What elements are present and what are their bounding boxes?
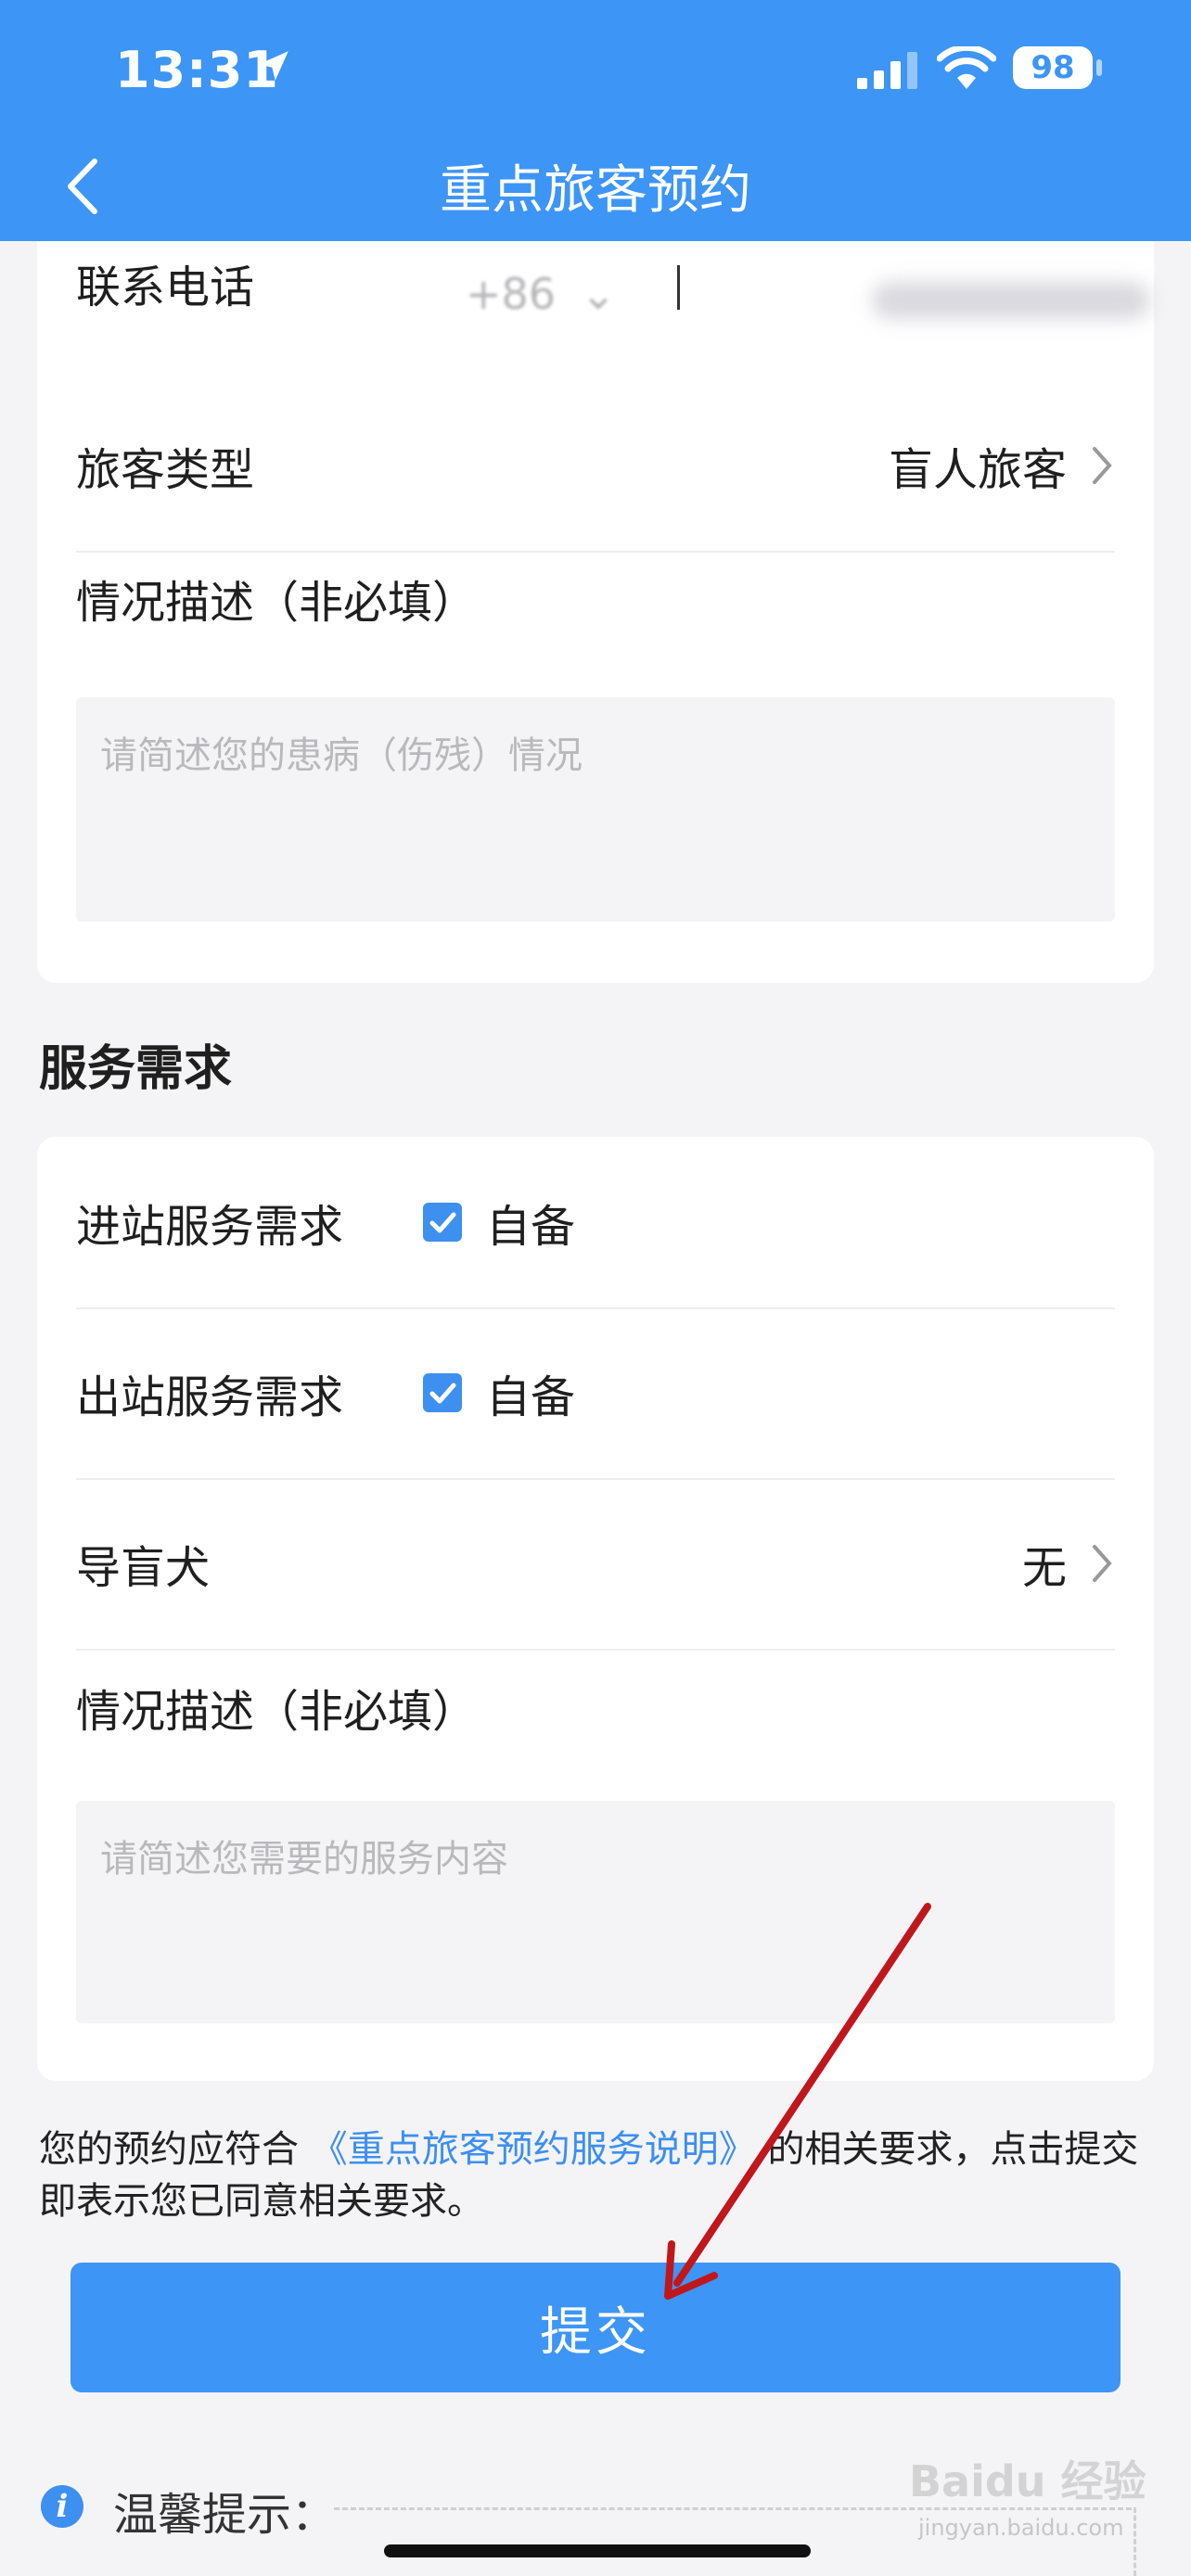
- phone-number-blurred[interactable]: [872, 282, 1150, 319]
- home-indicator: [384, 2544, 811, 2557]
- battery-nub: [1096, 59, 1102, 76]
- outbound-self-label: 自备: [486, 1371, 576, 1423]
- service-description-row: 情况描述（非必填）: [76, 1656, 1115, 1758]
- inbound-self-checkbox[interactable]: [423, 1203, 463, 1242]
- cellular-signal-icon: [857, 52, 917, 89]
- guide-dog-value: 无: [1021, 1542, 1067, 1594]
- condition-description-input[interactable]: 请简述您的患病（伤残）情况: [76, 697, 1115, 922]
- submit-button[interactable]: 提交: [70, 2263, 1121, 2392]
- passenger-type-label: 旅客类型: [76, 444, 255, 496]
- service-terms-link[interactable]: 《重点旅客预约服务说明》: [311, 2128, 756, 2171]
- tips-label: 温馨提示：: [113, 2489, 337, 2541]
- location-arrow-icon: [259, 51, 288, 81]
- guide-dog-row[interactable]: 导盲犬 无: [76, 1478, 1115, 1651]
- guide-dog-label: 导盲犬: [76, 1542, 211, 1594]
- service-description-input[interactable]: 请简述您需要的服务内容: [76, 1801, 1115, 2023]
- condition-description-label: 情况描述（非必填）: [76, 577, 478, 629]
- agreement-notice: 您的预约应符合 《重点旅客预约服务说明》 的相关要求，点击提交即表示您已同意相关…: [39, 2123, 1152, 2227]
- page-title: 重点旅客预约: [440, 160, 751, 221]
- passenger-type-row[interactable]: 旅客类型 盲人旅客: [76, 380, 1115, 553]
- checkmark-icon: [429, 1212, 456, 1233]
- phone-label: 联系电话: [76, 261, 255, 313]
- country-code-select[interactable]: +86 ⌄: [466, 269, 616, 319]
- outbound-service-row: 出站服务需求 自备: [76, 1307, 1115, 1480]
- battery-indicator: 98: [1013, 46, 1093, 89]
- passenger-type-value: 盲人旅客: [888, 444, 1067, 496]
- chevron-down-icon: ⌄: [580, 269, 617, 319]
- country-code-value: +86: [466, 269, 557, 319]
- outbound-self-checkbox[interactable]: [423, 1373, 463, 1412]
- outbound-service-label: 出站服务需求: [76, 1371, 344, 1423]
- text-cursor: [677, 265, 680, 310]
- service-description-label: 情况描述（非必填）: [76, 1686, 478, 1738]
- service-section-title: 服务需求: [39, 1041, 233, 1097]
- passenger-info-card: 联系电话 +86 ⌄ 旅客类型 盲人旅客 情况描述（非必填） 请简述您的患病（伤…: [37, 185, 1154, 983]
- inbound-service-label: 进站服务需求: [76, 1201, 344, 1253]
- chevron-right-icon: [1093, 447, 1112, 484]
- app-header: 13:31 98 重点旅客预约: [0, 0, 1191, 241]
- chevron-right-icon: [1093, 1545, 1112, 1582]
- condition-description-row: 情况描述（非必填）: [76, 547, 1115, 649]
- inbound-self-label: 自备: [486, 1201, 576, 1253]
- wifi-icon: [937, 46, 996, 89]
- checkmark-icon: [429, 1383, 456, 1404]
- tips-dashed-border-side: [1133, 2507, 1136, 2576]
- service-card: 进站服务需求 自备 出站服务需求 自备 导盲犬 无 情况描述（非必填） 请简述您…: [37, 1137, 1154, 2081]
- baidu-watermark-url: jingyan.baidu.com: [918, 2515, 1124, 2541]
- info-icon: i: [41, 2485, 83, 2528]
- notice-prefix: 您的预约应符合: [39, 2128, 299, 2171]
- inbound-service-row: 进站服务需求 自备: [76, 1137, 1115, 1309]
- baidu-watermark: Baidu 经验: [909, 2456, 1146, 2506]
